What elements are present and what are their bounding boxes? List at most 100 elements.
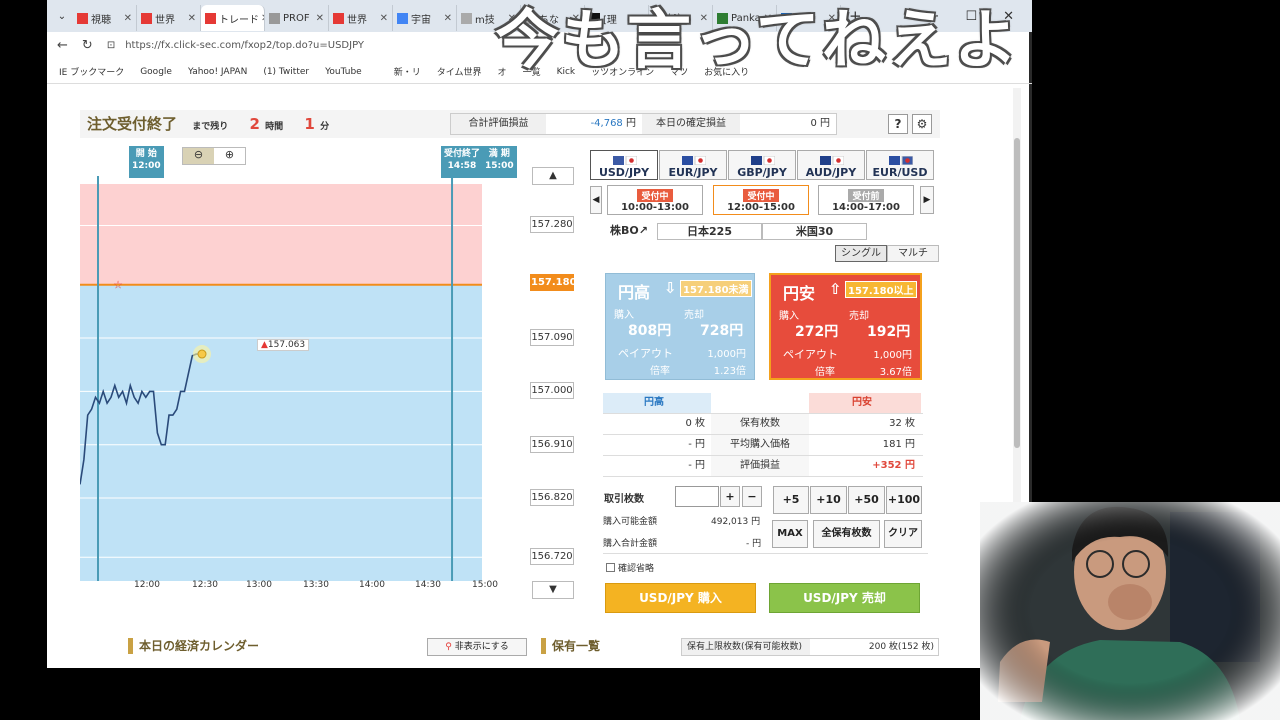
pair-tab-eur-usd[interactable]: EUR/USD (866, 150, 934, 180)
pair-tab-eur-jpy[interactable]: EUR/JPY (659, 150, 727, 180)
browser-tab[interactable]: 世界 ✕ (137, 5, 201, 31)
yen-low-sell-label: 売却 (849, 311, 869, 322)
session-time: 10:00-13:00 (621, 202, 689, 213)
settings-gear-icon[interactable]: ⚙ (912, 114, 932, 134)
tab-close-icon[interactable]: ✕ (314, 13, 324, 24)
sell-button[interactable]: USD/JPY 売却 (769, 583, 920, 613)
order-header: 注文受付終了 まで残り 2 時間 1 分 合計評価損益 -4,768 円 本日の… (80, 110, 940, 138)
qty-minus-button[interactable]: − (742, 486, 762, 507)
tab-close-icon[interactable]: ✕ (378, 13, 388, 24)
video-caption: 今も言ってねえよ (495, 4, 1020, 78)
tab-label: 宇宙 (411, 14, 431, 26)
currency-flags-icon (682, 155, 707, 166)
yen-low-sell-price[interactable]: 192円 (867, 321, 910, 341)
mode-single-button[interactable]: シングル (835, 245, 887, 262)
tab-favicon-icon (141, 12, 152, 24)
browser-tab[interactable]: トレード✕ (201, 5, 265, 31)
session-next-button[interactable]: ▶ (920, 186, 934, 214)
browser-tab[interactable]: 世界 ✕ (329, 5, 393, 31)
qty-add50-button[interactable]: +50 (848, 486, 885, 514)
scroll-up-button[interactable]: ▲ (532, 167, 574, 185)
skip-confirm-checkbox[interactable] (606, 563, 615, 572)
zoom-in-icon[interactable]: ⊕ (214, 148, 245, 164)
pair-tab-usd-jpy[interactable]: USD/JPY (590, 150, 658, 180)
bookmark-item[interactable]: 新・リ (394, 65, 421, 78)
holdings-high-cell: 0 枚 (685, 418, 705, 429)
down-arrow-icon: ⇩ (664, 279, 677, 297)
index-tab[interactable]: 株BO↗ (605, 223, 653, 240)
yen-high-panel[interactable]: 円高 ⇩ 157.180未満 購入 売却 808円 728円 ペイアウト 1,0… (605, 273, 755, 380)
hold-limit-box: 保有上限枚数(保有可能枚数) 200 枚(152 枚) (681, 638, 939, 656)
bookmark-item[interactable]: タイム世界 (437, 65, 482, 78)
help-button[interactable]: ? (888, 114, 908, 134)
clear-button[interactable]: クリア (884, 520, 922, 548)
qty-label: 取引枚数 (604, 494, 644, 505)
bookmark-item[interactable]: Google (140, 67, 172, 77)
qty-input[interactable] (675, 486, 719, 507)
skip-confirm-label: 確認省略 (618, 564, 655, 574)
table-row: 0 枚保有枚数 32 枚 (603, 414, 923, 435)
url-field[interactable]: https://fx.click-sec.com/fxop2/top.do?u=… (125, 40, 364, 51)
qty-add10-button[interactable]: +10 (810, 486, 847, 514)
tab-close-icon[interactable]: ✕ (442, 13, 452, 24)
browser-tab[interactable]: 視聴 ✕ (73, 5, 137, 31)
x-tick-label: 12:00 (134, 580, 160, 590)
buy-button[interactable]: USD/JPY 購入 (605, 583, 756, 613)
yen-high-sell-price[interactable]: 728円 (700, 320, 743, 340)
pair-tab-gbp-jpy[interactable]: GBP/JPY (728, 150, 796, 180)
bookmark-item[interactable]: IE ブックマーク (59, 65, 124, 78)
zoom-out-icon[interactable]: ⊖ (183, 148, 214, 164)
reload-icon[interactable]: ↻ (82, 38, 93, 53)
session-tab[interactable]: 受付中 10:00-13:00 (607, 185, 703, 215)
scrollbar-thumb[interactable] (1014, 138, 1020, 448)
index-tab[interactable]: 日本225 (657, 223, 762, 240)
bookmark-item[interactable]: Yahoo! JAPAN (188, 67, 247, 77)
browser-tab[interactable]: PROF ✕ (265, 5, 329, 31)
table-row: - 円評価損益 +352 円 (603, 456, 923, 477)
pair-tab-aud-jpy[interactable]: AUD/JPY (797, 150, 865, 180)
holdings-high-cell: - 円 (688, 439, 705, 450)
scroll-down-button[interactable]: ▼ (532, 581, 574, 599)
rate-value: 1.23倍 (713, 366, 746, 377)
max-button[interactable]: MAX (772, 520, 808, 548)
qty-add5-button[interactable]: +5 (773, 486, 809, 514)
mode-multi-button[interactable]: マルチ (887, 245, 939, 262)
bookmark-item[interactable]: YouTube (325, 67, 362, 77)
holdings-low-cell: 181 円 (882, 439, 915, 450)
holdings-list-heading: 保有一覧 (541, 638, 600, 654)
yen-low-buy-price[interactable]: 272円 (795, 321, 838, 341)
total-label: 購入合計金額 (603, 539, 658, 549)
webcam-person-image (980, 502, 1280, 720)
session-prev-button[interactable]: ◀ (590, 186, 602, 214)
qty-plus-button[interactable]: + (720, 486, 740, 507)
pair-label: GBP/JPY (737, 166, 787, 179)
holdings-row-label: 保有枚数 (711, 414, 809, 434)
skip-confirm[interactable]: 確認省略 (606, 561, 654, 574)
pin-icon: ⚲ (445, 642, 452, 652)
browser-tab[interactable]: 宇宙 ✕ (393, 5, 457, 31)
session-tab[interactable]: 受付中 12:00-15:00 (713, 185, 809, 215)
site-info-icon[interactable]: ⊡ (107, 40, 115, 51)
hide-calendar-button[interactable]: ⚲ 非表示にする (427, 638, 527, 656)
pair-label: EUR/JPY (668, 166, 718, 179)
session-status-badge: 受付前 (848, 189, 884, 202)
total-value: - 円 (746, 539, 762, 549)
start-flag: 開 始 12:00 (129, 146, 164, 178)
index-tab[interactable]: 米国30 (762, 223, 867, 240)
pnl-box: 合計評価損益 -4,768 円 本日の確定損益 0 円 (450, 113, 837, 135)
all-positions-button[interactable]: 全保有枚数 (813, 520, 880, 548)
table-row: - 円平均購入価格 181 円 (603, 435, 923, 456)
tab-close-icon[interactable]: ✕ (122, 13, 132, 24)
tab-close-icon[interactable]: ✕ (186, 13, 196, 24)
bookmark-item[interactable]: (1) Twitter (263, 67, 309, 77)
yen-high-buy-price[interactable]: 808円 (628, 320, 671, 340)
session-time: 14:00-17:00 (832, 202, 900, 213)
session-tab[interactable]: 受付前 14:00-17:00 (818, 185, 914, 215)
tab-list-chevron-icon[interactable]: ⌄ (51, 11, 73, 22)
qty-add100-button[interactable]: +100 (886, 486, 922, 514)
yen-low-panel[interactable]: 円安 ⇧ 157.180以上 購入 売却 272円 192円 ペイアウト 1,0… (769, 273, 922, 380)
back-icon[interactable]: ← (57, 38, 68, 53)
currency-flags-icon (613, 155, 638, 166)
close-flag: 受付終了 14:58 (441, 146, 484, 178)
y-tick-label: 157.280 (530, 216, 574, 234)
